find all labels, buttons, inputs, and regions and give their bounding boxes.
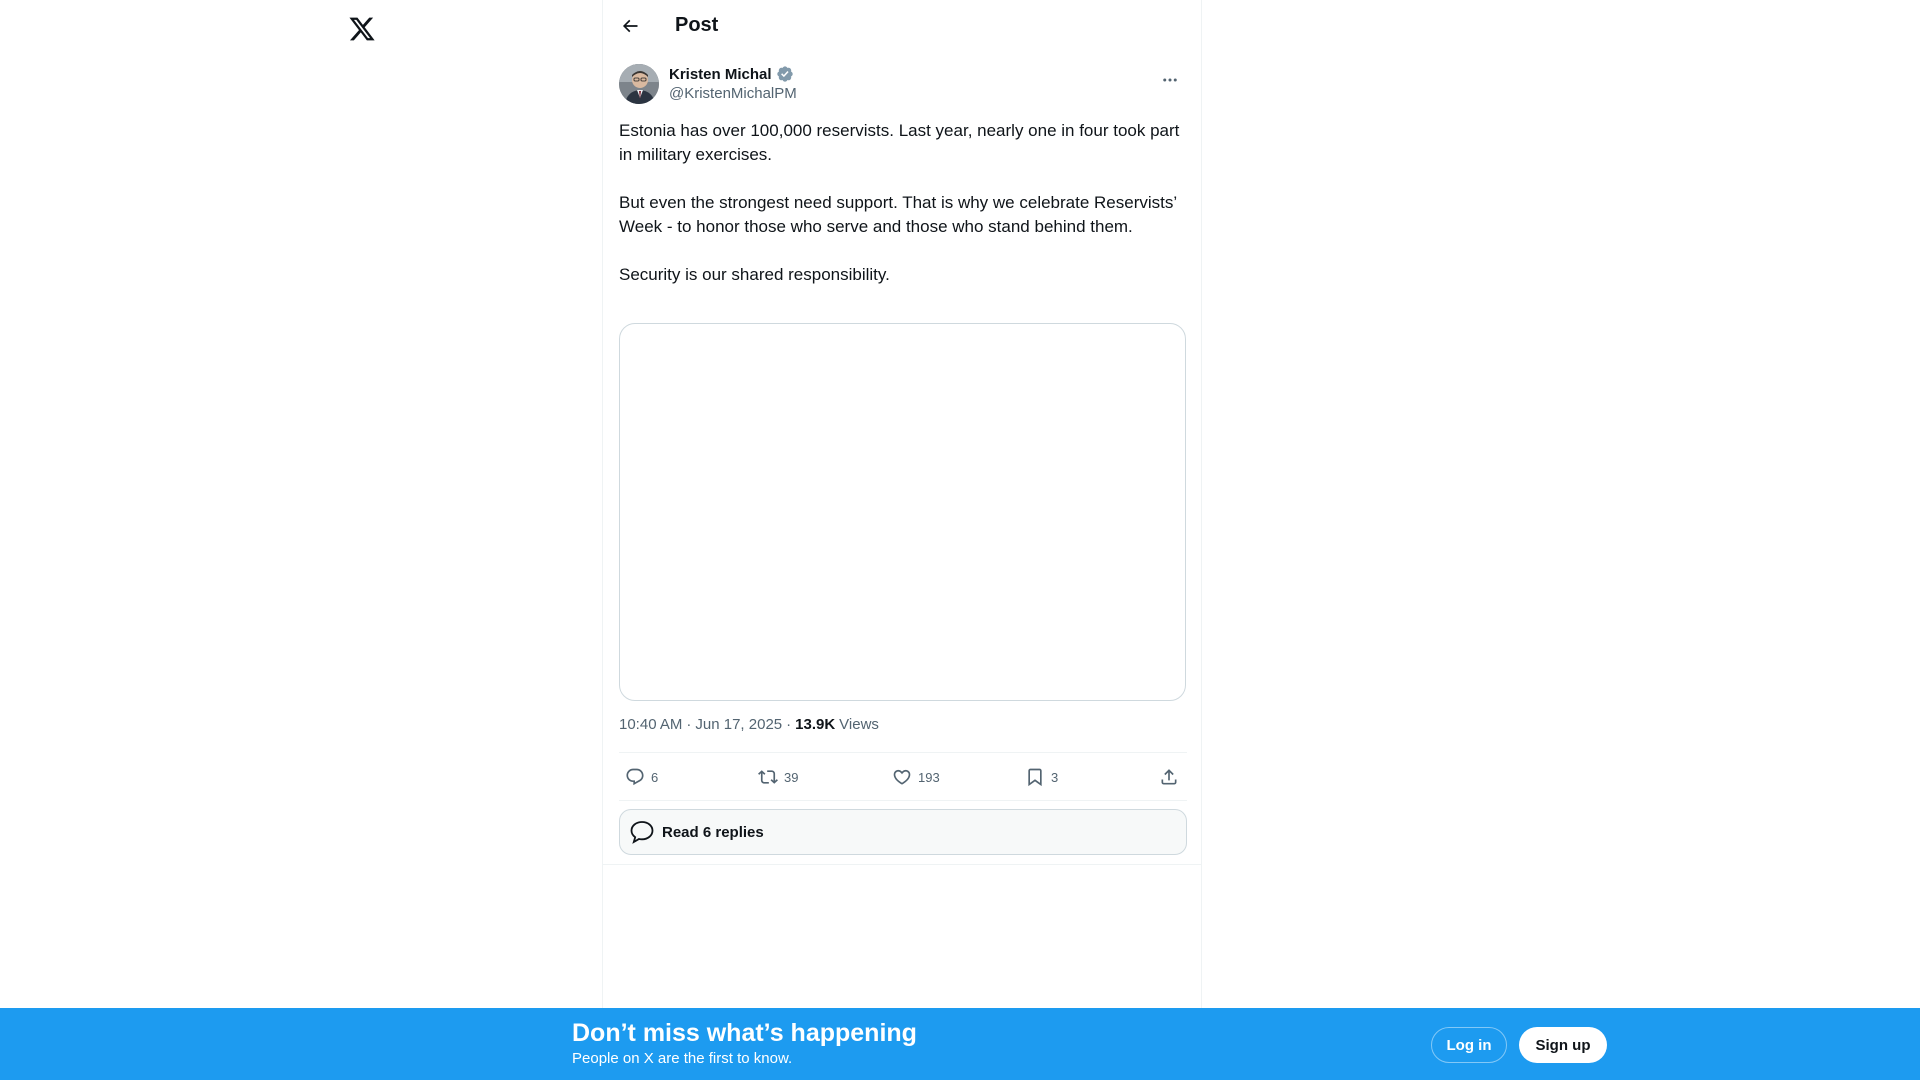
page-title: Post [675, 14, 719, 36]
signup-button[interactable]: Sign up [1519, 1027, 1607, 1063]
like-count: 193 [918, 769, 940, 785]
main-column: Post Kristen Michal @KristenMichalPM Est… [602, 0, 1202, 1080]
reply-icon [626, 768, 644, 786]
read-replies-button[interactable]: Read 6 replies [619, 809, 1187, 855]
signup-banner: Don’t miss what’s happening People on X … [0, 1008, 1920, 1080]
reply-count: 6 [651, 769, 659, 785]
banner-subtitle: People on X are the first to know. [572, 1050, 793, 1067]
avatar-image [619, 64, 659, 104]
verified-badge-icon [776, 66, 793, 82]
share-icon [1161, 769, 1177, 785]
meta-separator: · [786, 716, 792, 733]
repost-count: 39 [784, 769, 799, 785]
post-text: Estonia has over 100,000 reservists. Las… [619, 119, 1187, 287]
bookmark-button[interactable]: 3 [1025, 762, 1058, 792]
divider [603, 864, 1201, 865]
post-date[interactable]: Jun 17, 2025 [695, 716, 782, 733]
arrow-left-icon [622, 19, 638, 33]
divider [619, 800, 1187, 801]
repost-button[interactable]: 39 [758, 762, 798, 792]
like-button[interactable]: 193 [892, 762, 940, 792]
views-label: Views [839, 716, 879, 733]
banner-title: Don’t miss what’s happening [572, 1019, 917, 1047]
post-media[interactable] [619, 323, 1186, 701]
post-header: Post [603, 0, 1201, 53]
avatar[interactable] [619, 64, 659, 104]
bookmark-icon [1028, 768, 1042, 787]
bookmark-count: 3 [1051, 769, 1059, 785]
back-button[interactable] [613, 9, 647, 43]
meta-separator: · [686, 716, 692, 733]
post-meta: 10:40 AM · Jun 17, 2025 · 13.9K Views [619, 716, 879, 733]
chat-bubble-icon [630, 821, 654, 844]
views-count: 13.9K [795, 716, 836, 733]
post-paragraph: But even the strongest need support. Tha… [619, 193, 1177, 236]
x-logo-glyph [349, 17, 375, 41]
post-time[interactable]: 10:40 AM [619, 716, 682, 733]
more-horizontal-icon [1163, 78, 1177, 82]
share-button[interactable] [1159, 762, 1179, 792]
repost-icon [758, 770, 778, 784]
author-handle[interactable]: @KristenMichalPM [669, 85, 797, 102]
login-button[interactable]: Log in [1431, 1027, 1507, 1063]
more-button[interactable] [1153, 63, 1187, 97]
heart-icon [893, 769, 911, 785]
reply-button[interactable]: 6 [625, 762, 658, 792]
divider [619, 752, 1187, 753]
read-replies-label: Read 6 replies [662, 823, 764, 841]
post-author: Kristen Michal @KristenMichalPM [619, 63, 1187, 108]
post-paragraph: Security is our shared responsibility. [619, 265, 890, 284]
post-actions: 6 39 193 3 [619, 762, 1187, 792]
author-name-row[interactable]: Kristen Michal [669, 65, 794, 83]
author-name[interactable]: Kristen Michal [669, 66, 772, 83]
post-paragraph: Estonia has over 100,000 reservists. Las… [619, 121, 1180, 164]
x-logo-icon[interactable] [343, 10, 381, 48]
